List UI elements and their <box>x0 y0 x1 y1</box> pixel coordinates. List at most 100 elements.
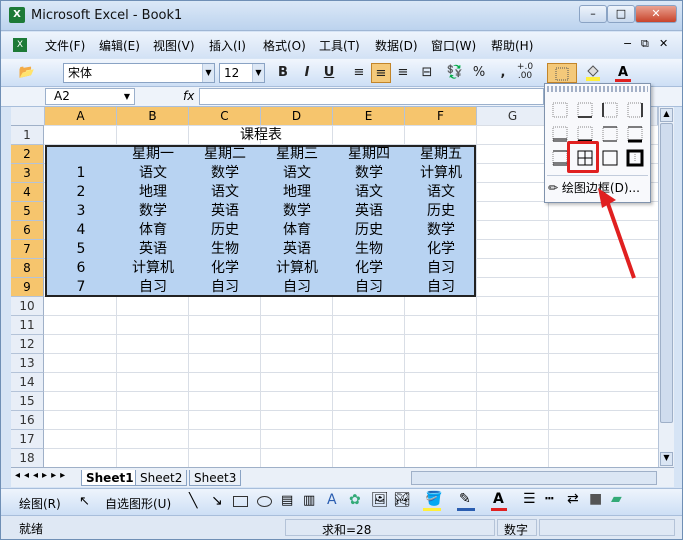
diagram-icon[interactable]: ✿ <box>349 492 361 508</box>
table-cell[interactable]: 星期五 <box>405 145 477 164</box>
thick-box-border-icon[interactable] <box>626 149 644 167</box>
row-header-14[interactable]: 14 <box>11 373 44 392</box>
row-header-7[interactable]: 7 <box>11 240 44 259</box>
line-icon[interactable]: ╲ <box>189 493 197 509</box>
table-cell[interactable]: 7 <box>45 278 117 297</box>
table-cell[interactable]: 自习 <box>405 278 477 297</box>
chevron-down-icon[interactable]: ▼ <box>202 64 214 82</box>
column-header-b[interactable]: B <box>117 107 189 126</box>
table-cell[interactable]: 5 <box>45 240 117 259</box>
table-cell[interactable]: 语文 <box>261 164 333 183</box>
no-border-icon[interactable] <box>551 101 569 119</box>
scroll-up-arrow[interactable]: ▲ <box>660 108 673 122</box>
row-header-16[interactable]: 16 <box>11 411 44 430</box>
comma-button[interactable]: , <box>493 63 513 83</box>
tab-sheet1[interactable]: Sheet1 <box>81 470 139 486</box>
line-color-icon[interactable]: ✎ <box>459 491 471 507</box>
row-header-12[interactable]: 12 <box>11 335 44 354</box>
bottom-double-border-icon[interactable] <box>551 125 569 143</box>
table-cell[interactable]: 英语 <box>333 202 405 221</box>
arrow-icon[interactable]: ↘ <box>211 493 223 509</box>
menu-help[interactable]: 帮助(H) <box>491 37 533 54</box>
table-cell[interactable]: 星期二 <box>189 145 261 164</box>
column-header-c[interactable]: C <box>189 107 261 126</box>
oval-icon[interactable] <box>257 496 272 507</box>
table-cell[interactable]: 计算机 <box>117 259 189 278</box>
maximize-button[interactable]: □ <box>607 5 635 23</box>
outside-borders-icon[interactable] <box>601 149 619 167</box>
table-cell[interactable]: 自习 <box>117 278 189 297</box>
select-all-corner[interactable] <box>11 107 45 126</box>
underline-button[interactable]: U <box>319 63 339 83</box>
table-cell[interactable]: 数学 <box>261 202 333 221</box>
column-header-f[interactable]: F <box>405 107 477 126</box>
table-cell[interactable]: 生物 <box>333 240 405 259</box>
menu-tools[interactable]: 工具(T) <box>319 37 360 54</box>
align-center-icon[interactable]: ≡ <box>371 63 391 83</box>
scroll-thumb[interactable] <box>660 123 673 423</box>
doc-restore-button[interactable]: ⧉ <box>641 37 649 51</box>
table-cell[interactable]: 数学 <box>333 164 405 183</box>
table-cell[interactable] <box>45 145 117 164</box>
left-border-icon[interactable] <box>601 101 619 119</box>
row-header-3[interactable]: 3 <box>11 164 44 183</box>
table-cell[interactable]: 4 <box>45 221 117 240</box>
top-thick-bottom-border-icon[interactable] <box>626 125 644 143</box>
close-button[interactable]: ✕ <box>635 5 677 23</box>
excel-app-icon[interactable]: X <box>9 7 25 23</box>
tab-sheet3[interactable]: Sheet3 <box>189 470 242 486</box>
tab-scroll-arrows[interactable]: ◂◂◂▸▸▸ <box>15 470 69 481</box>
align-right-icon[interactable]: ≡ <box>393 63 413 83</box>
clipart-icon[interactable]: 🖼 <box>371 492 389 508</box>
table-cell[interactable]: 2 <box>45 183 117 202</box>
menu-file[interactable]: 文件(F) <box>45 37 85 54</box>
table-cell[interactable]: 历史 <box>189 221 261 240</box>
borders-button[interactable] <box>547 63 577 83</box>
menu-window[interactable]: 窗口(W) <box>431 37 476 54</box>
menu-edit[interactable]: 编辑(E) <box>99 37 140 54</box>
chevron-down-icon[interactable]: ▼ <box>124 89 130 104</box>
column-header-a[interactable]: A <box>45 107 117 126</box>
column-header-d[interactable]: D <box>261 107 333 126</box>
bottom-border-icon[interactable] <box>576 101 594 119</box>
table-cell[interactable]: 数学 <box>117 202 189 221</box>
shadow-icon[interactable]: ■ <box>589 491 602 507</box>
table-cell[interactable]: 体育 <box>261 221 333 240</box>
font-name-select[interactable]: 宋体 ▼ <box>63 63 215 83</box>
table-cell[interactable]: 英语 <box>189 202 261 221</box>
row-header-17[interactable]: 17 <box>11 430 44 449</box>
align-left-icon[interactable]: ≡ <box>349 63 369 83</box>
table-cell[interactable]: 自习 <box>405 259 477 278</box>
font-color-icon[interactable]: A <box>613 63 633 83</box>
doc-close-button[interactable]: ✕ <box>659 37 668 50</box>
chevron-down-icon[interactable]: ▼ <box>252 64 264 82</box>
table-cell[interactable]: 自习 <box>189 278 261 297</box>
bold-button[interactable]: B <box>273 63 293 83</box>
table-cell[interactable]: 语文 <box>189 183 261 202</box>
fill-color-icon[interactable] <box>583 63 603 83</box>
row-header-8[interactable]: 8 <box>11 259 44 278</box>
increase-decimal-button[interactable]: +.0 .00 <box>515 63 535 83</box>
table-cell[interactable]: 生物 <box>189 240 261 259</box>
font-color-icon[interactable]: A <box>493 491 504 507</box>
fill-color-icon[interactable]: 🪣 <box>425 491 442 507</box>
row-header-10[interactable]: 10 <box>11 297 44 316</box>
draw-menu-button[interactable]: 绘图(R) <box>19 495 61 512</box>
vertical-scrollbar[interactable]: ▲ ▼ <box>658 107 674 467</box>
table-cell[interactable]: 历史 <box>333 221 405 240</box>
row-header-11[interactable]: 11 <box>11 316 44 335</box>
horizontal-scrollbar[interactable] <box>411 471 657 485</box>
top-bottom-border-icon[interactable] <box>601 125 619 143</box>
table-cell[interactable]: 历史 <box>405 202 477 221</box>
row-header-9[interactable]: 9 <box>11 278 44 297</box>
wordart-icon[interactable]: A <box>327 492 337 508</box>
scroll-down-arrow[interactable]: ▼ <box>660 452 673 466</box>
sheet-title-cell[interactable]: 课程表 <box>45 126 477 145</box>
table-cell[interactable]: 星期三 <box>261 145 333 164</box>
picture-icon[interactable]: 🏞 <box>393 492 411 508</box>
row-header-18[interactable]: 18 <box>11 449 44 467</box>
column-header-g[interactable]: G <box>477 107 549 126</box>
function-icon[interactable]: fx <box>183 89 194 103</box>
table-cell[interactable]: 化学 <box>405 240 477 259</box>
formula-input[interactable] <box>199 88 544 105</box>
